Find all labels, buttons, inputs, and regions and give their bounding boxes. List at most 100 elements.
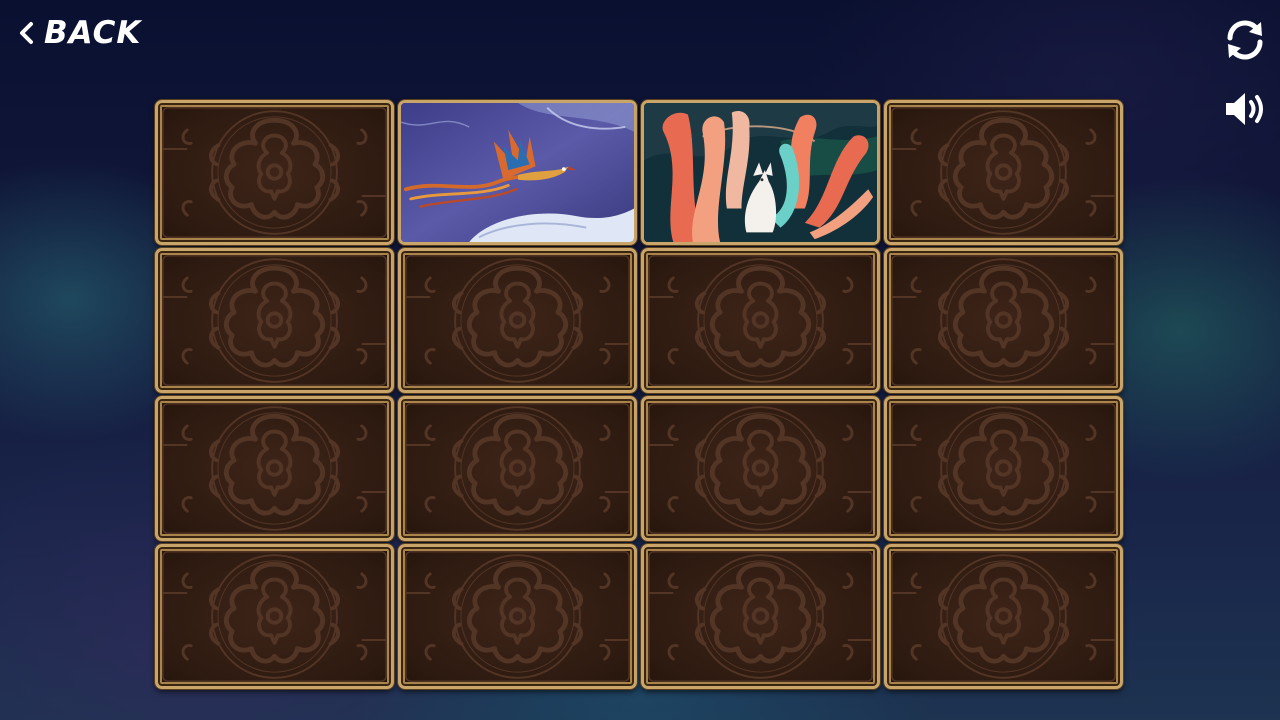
frame-corner [867, 380, 877, 390]
card-back-pattern [648, 403, 873, 534]
frame-corner [401, 547, 411, 557]
frame-corner [1110, 232, 1120, 242]
phoenix-illustration [401, 103, 634, 242]
frame-corner [624, 251, 634, 261]
frame-corner [867, 528, 877, 538]
card-face-down[interactable] [155, 100, 394, 245]
card-phoenix[interactable] [398, 100, 637, 245]
card-back-pattern [891, 551, 1116, 682]
frame-corner [887, 251, 897, 261]
card-back-pattern [162, 551, 387, 682]
card-face-down[interactable] [398, 544, 637, 689]
frame-corner [158, 103, 168, 113]
frame-corner [887, 232, 897, 242]
card-back-pattern [405, 403, 630, 534]
frame-corner [401, 528, 411, 538]
frame-corner [624, 232, 634, 242]
frame-corner [158, 232, 168, 242]
card-back-pattern [891, 403, 1116, 534]
frame-corner [158, 676, 168, 686]
frame-corner [867, 547, 877, 557]
frame-corner [381, 399, 391, 409]
frame-corner [644, 528, 654, 538]
frame-corner [381, 380, 391, 390]
frame-corner [1110, 676, 1120, 686]
frame-corner [644, 232, 654, 242]
chevron-left-icon [16, 14, 38, 52]
card-back-pattern [162, 403, 387, 534]
card-grid [155, 100, 1125, 690]
frame-corner [887, 380, 897, 390]
card-face-down[interactable] [398, 248, 637, 393]
frame-corner [644, 676, 654, 686]
frame-corner [624, 676, 634, 686]
card-back-pattern [891, 255, 1116, 386]
card-face-down[interactable] [641, 544, 880, 689]
card-face-down[interactable] [884, 248, 1123, 393]
frame-corner [1110, 399, 1120, 409]
frame-corner [381, 547, 391, 557]
frame-corner [401, 103, 411, 113]
frame-corner [158, 251, 168, 261]
frame-corner [381, 103, 391, 113]
frame-corner [381, 251, 391, 261]
frame-corner [867, 103, 877, 113]
frame-corner [644, 251, 654, 261]
card-back-pattern [648, 255, 873, 386]
frame-corner [158, 547, 168, 557]
card-face-down[interactable] [884, 396, 1123, 541]
frame-corner [867, 232, 877, 242]
restart-icon [1227, 20, 1263, 60]
frame-corner [158, 380, 168, 390]
card-face-down[interactable] [155, 544, 394, 689]
card-back-pattern [162, 255, 387, 386]
back-button[interactable]: BACK [16, 14, 141, 52]
frame-corner [644, 399, 654, 409]
frame-corner [158, 399, 168, 409]
frame-corner [1110, 251, 1120, 261]
card-face-down[interactable] [155, 248, 394, 393]
frame-corner [867, 676, 877, 686]
frame-corner [624, 547, 634, 557]
frame-corner [1110, 528, 1120, 538]
frame-corner [1110, 103, 1120, 113]
restart-button[interactable] [1220, 15, 1270, 65]
card-face-down[interactable] [641, 248, 880, 393]
frame-corner [381, 676, 391, 686]
frame-corner [381, 528, 391, 538]
frame-corner [887, 547, 897, 557]
frame-corner [624, 528, 634, 538]
frame-corner [887, 528, 897, 538]
frame-corner [401, 251, 411, 261]
nine-tailed-fox-illustration [644, 103, 877, 242]
card-face-down[interactable] [641, 396, 880, 541]
frame-corner [644, 103, 654, 113]
speaker-icon [1226, 93, 1263, 125]
frame-corner [624, 380, 634, 390]
frame-corner [624, 399, 634, 409]
frame-corner [887, 103, 897, 113]
card-back-pattern [162, 107, 387, 238]
frame-corner [867, 399, 877, 409]
card-face-down[interactable] [884, 100, 1123, 245]
frame-corner [644, 380, 654, 390]
back-label: BACK [44, 15, 142, 51]
card-face-down[interactable] [398, 396, 637, 541]
card-face-down[interactable] [884, 544, 1123, 689]
frame-corner [1110, 547, 1120, 557]
card-back-pattern [891, 107, 1116, 238]
frame-corner [887, 399, 897, 409]
frame-corner [644, 547, 654, 557]
frame-corner [158, 528, 168, 538]
card-face-down[interactable] [155, 396, 394, 541]
frame-corner [401, 380, 411, 390]
card-nine-tailed-fox[interactable] [641, 100, 880, 245]
frame-corner [381, 232, 391, 242]
card-back-pattern [405, 255, 630, 386]
frame-corner [401, 676, 411, 686]
sound-toggle-button[interactable] [1220, 84, 1270, 134]
card-back-pattern [648, 551, 873, 682]
card-back-pattern [405, 551, 630, 682]
frame-corner [401, 399, 411, 409]
frame-corner [887, 676, 897, 686]
